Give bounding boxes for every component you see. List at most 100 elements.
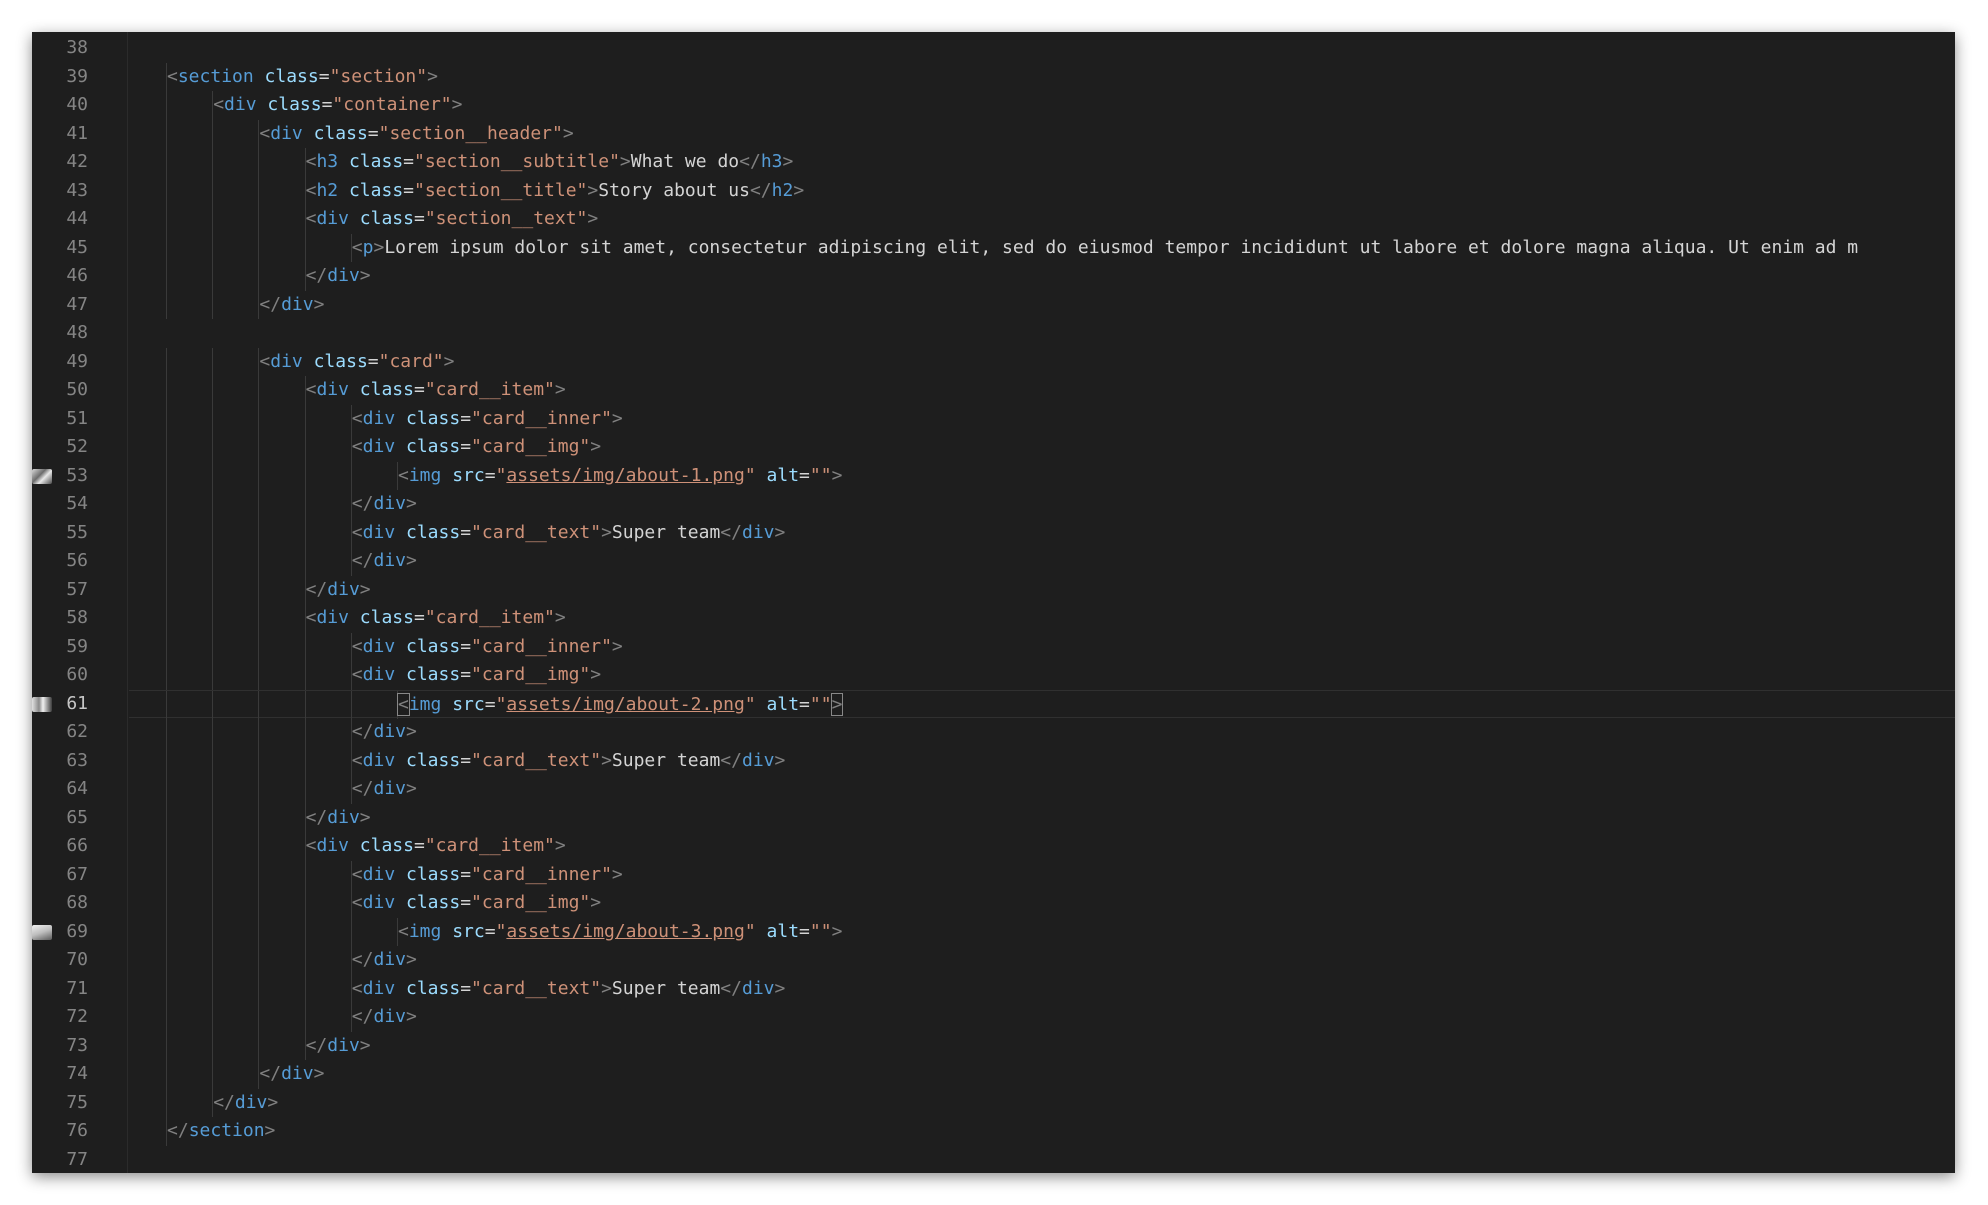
code-line[interactable]	[129, 319, 1955, 348]
code-line[interactable]: <div class="card__img">	[129, 661, 1955, 690]
code-line[interactable]: <img src="assets/img/about-3.png" alt=""…	[129, 917, 1955, 947]
indent-guide	[304, 632, 306, 661]
code-line[interactable]: <div class="card__inner">	[129, 404, 1955, 433]
indent-guide	[212, 1060, 214, 1089]
code-token: =	[367, 350, 379, 372]
code-line[interactable]: </div>	[129, 290, 1955, 319]
code-area[interactable]: <section class="section"> <div class="con…	[129, 32, 1955, 1173]
code-line[interactable]: <div class="card__img">	[129, 889, 1955, 918]
code-line[interactable]: <div class="card__img">	[129, 433, 1955, 462]
code-token: </	[305, 1034, 328, 1056]
code-line[interactable]: <div class="card__text">Super team</div>	[129, 518, 1955, 547]
code-line[interactable]: </div>	[129, 946, 1955, 975]
indent-guide	[166, 461, 167, 490]
code-token: div	[270, 350, 303, 372]
code-line[interactable]: </div>	[129, 1088, 1955, 1117]
code-line[interactable]: <div class="container">	[129, 91, 1955, 120]
code-token: </	[351, 721, 374, 742]
code-token: </	[259, 1063, 282, 1084]
indent-guide	[258, 148, 260, 177]
code-token: =	[413, 379, 425, 400]
image-thumbnail-3[interactable]	[32, 924, 52, 940]
code-text: </div>	[352, 775, 417, 804]
code-line[interactable]	[129, 1146, 1955, 1174]
indent-guide	[304, 547, 306, 576]
code-token: alt	[766, 920, 800, 942]
code-line[interactable]: <div class="section__header">	[129, 119, 1955, 148]
code-editor[interactable]: 38 39 40 41 42 43 44 45 46 47 48 49 50 51 52 53 54 55 56 57…	[32, 32, 1955, 1173]
code-line[interactable]	[129, 34, 1955, 63]
code-text: <div class="card__inner">	[352, 861, 623, 890]
code-token: alt	[766, 464, 800, 486]
code-line[interactable]: <div class="card__item">	[129, 376, 1955, 405]
code-token: >	[774, 521, 786, 543]
image-thumbnail-1[interactable]	[32, 468, 52, 484]
code-token: =	[413, 835, 425, 856]
indent-guide	[166, 404, 167, 433]
code-token: =	[484, 920, 496, 942]
code-line[interactable]: </div>	[129, 575, 1955, 604]
code-line[interactable]: <div class="section__text">	[129, 205, 1955, 234]
code-token: >	[267, 1091, 279, 1113]
code-token: section	[177, 65, 254, 87]
indent-guide	[166, 575, 167, 604]
code-line[interactable]: <section class="section">	[129, 62, 1955, 91]
code-line[interactable]: <div class="card__inner">	[129, 860, 1955, 890]
code-line[interactable]: <div class="card__inner">	[129, 632, 1955, 661]
code-line[interactable]: </div>	[129, 718, 1955, 747]
code-line[interactable]: <h2 class="section__title">Story about u…	[129, 176, 1955, 205]
code-token: </	[351, 493, 374, 514]
code-line[interactable]: </div>	[129, 262, 1955, 291]
code-line[interactable]: <div class="card__text">Super team</div>	[129, 974, 1955, 1003]
indent-guide	[166, 433, 167, 462]
code-token: =	[460, 521, 472, 543]
code-token: class	[359, 208, 414, 229]
code-token: =	[460, 749, 472, 771]
code-line[interactable]: </div>	[129, 490, 1955, 519]
indent-guide	[212, 917, 214, 946]
code-line[interactable]: <div class="card__item">	[129, 832, 1955, 861]
code-line[interactable]: </section>	[129, 1117, 1955, 1146]
code-token: =	[460, 863, 472, 885]
line-number: 49	[66, 350, 88, 372]
indent-guide	[304, 433, 306, 462]
code-line[interactable]: </div>	[129, 1003, 1955, 1032]
code-text: <img src="assets/img/about-3.png" alt=""…	[398, 918, 842, 947]
image-thumbnail-2[interactable]	[32, 696, 52, 712]
code-token: "section__header"	[378, 122, 563, 144]
code-token: >	[554, 607, 566, 628]
code-line[interactable]: </div>	[129, 1031, 1955, 1060]
indent-guide	[212, 490, 214, 519]
code-token: <	[305, 835, 317, 856]
code-line[interactable]: </div>	[129, 803, 1955, 832]
code-line[interactable]: </div>	[129, 547, 1955, 576]
line-number: 77	[66, 1148, 88, 1170]
code-token: div	[316, 835, 349, 856]
code-text: </div>	[352, 718, 417, 747]
indent-guide	[212, 376, 214, 405]
code-token: class	[406, 436, 461, 457]
code-line[interactable]: <img src="assets/img/about-1.png" alt=""…	[129, 461, 1955, 490]
code-line[interactable]: <p>Lorem ipsum dolor sit amet, consectet…	[129, 233, 1955, 262]
code-token: >	[359, 1034, 371, 1056]
line-number: 50	[66, 379, 88, 400]
code-token: =	[460, 892, 472, 913]
code-line[interactable]: </div>	[129, 1060, 1955, 1089]
code-line[interactable]: </div>	[129, 775, 1955, 804]
code-line[interactable]: <div class="card">	[129, 347, 1955, 376]
code-line[interactable]: <h3 class="section__subtitle">What we do…	[129, 148, 1955, 177]
code-line[interactable]: <div class="card__text">Super team</div>	[129, 746, 1955, 775]
code-token: >	[830, 692, 844, 716]
indent-guide	[304, 404, 306, 433]
code-token: ""	[809, 920, 832, 942]
code-token: </	[720, 521, 742, 543]
code-token: >	[619, 151, 631, 172]
indent-guide	[166, 176, 167, 205]
code-token: "card__img"	[471, 436, 591, 457]
line-number: 56	[66, 550, 88, 571]
indent-guide	[212, 974, 214, 1003]
code-line[interactable]: <div class="card__item">	[129, 604, 1955, 633]
code-line[interactable]: <img src="assets/img/about-2.png" alt=""…	[129, 689, 1955, 719]
code-token: class	[264, 65, 319, 87]
